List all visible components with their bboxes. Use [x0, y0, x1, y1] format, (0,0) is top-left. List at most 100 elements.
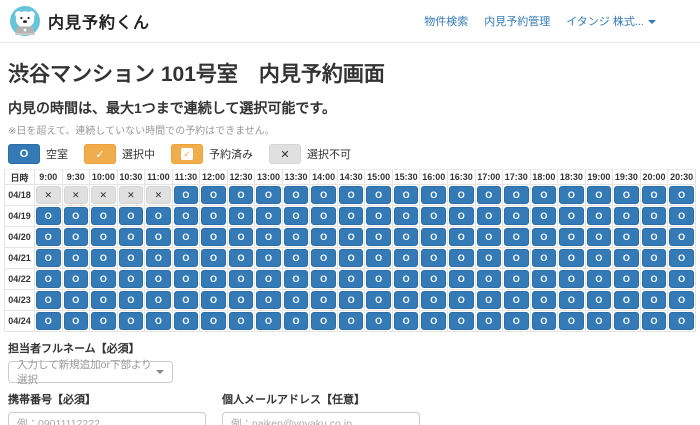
slot-button-vacant[interactable]: O — [229, 228, 254, 246]
slot-button-vacant[interactable]: O — [449, 207, 474, 225]
slot-button-vacant[interactable]: O — [91, 312, 116, 330]
slot-button-vacant[interactable]: O — [91, 270, 116, 288]
slot-button-vacant[interactable]: O — [284, 186, 309, 204]
slot-button-vacant[interactable]: O — [229, 186, 254, 204]
slot-button-vacant[interactable]: O — [587, 270, 612, 288]
slot-button-vacant[interactable]: O — [366, 249, 391, 267]
slot-button-vacant[interactable]: O — [174, 270, 199, 288]
slot-button-vacant[interactable]: O — [311, 228, 336, 246]
slot-button-vacant[interactable]: O — [477, 207, 502, 225]
slot-button-vacant[interactable]: O — [311, 291, 336, 309]
slot-button-vacant[interactable]: O — [64, 249, 89, 267]
slot-button-vacant[interactable]: O — [559, 249, 584, 267]
slot-button-vacant[interactable]: O — [394, 312, 419, 330]
slot-button-vacant[interactable]: O — [146, 312, 171, 330]
slot-button-vacant[interactable]: O — [201, 186, 226, 204]
slot-button-vacant[interactable]: O — [614, 207, 639, 225]
slot-button-vacant[interactable]: O — [614, 312, 639, 330]
slot-button-vacant[interactable]: O — [284, 312, 309, 330]
slot-button-vacant[interactable]: O — [642, 207, 667, 225]
slot-button-vacant[interactable]: O — [394, 186, 419, 204]
slot-button-vacant[interactable]: O — [339, 270, 364, 288]
slot-button-vacant[interactable]: O — [642, 186, 667, 204]
slot-button-vacant[interactable]: O — [64, 312, 89, 330]
slot-button-vacant[interactable]: O — [256, 207, 281, 225]
slot-button-vacant[interactable]: O — [504, 312, 529, 330]
slot-button-vacant[interactable]: O — [477, 291, 502, 309]
slot-button-vacant[interactable]: O — [366, 207, 391, 225]
slot-button-vacant[interactable]: O — [477, 186, 502, 204]
slot-button-vacant[interactable]: O — [504, 186, 529, 204]
slot-button-vacant[interactable]: O — [36, 291, 61, 309]
slot-button-vacant[interactable]: O — [36, 270, 61, 288]
slot-button-vacant[interactable]: O — [477, 228, 502, 246]
phone-input[interactable] — [8, 412, 206, 425]
agent-name-select[interactable]: 入力して新規追加or下部より選択 — [8, 361, 173, 383]
slot-button-vacant[interactable]: O — [642, 312, 667, 330]
slot-button-vacant[interactable]: O — [477, 312, 502, 330]
slot-button-vacant[interactable]: O — [366, 270, 391, 288]
slot-button-vacant[interactable]: O — [421, 228, 446, 246]
slot-button-vacant[interactable]: O — [587, 249, 612, 267]
slot-button-vacant[interactable]: O — [64, 207, 89, 225]
slot-button-vacant[interactable]: O — [174, 312, 199, 330]
slot-button-vacant[interactable]: O — [256, 228, 281, 246]
slot-button-vacant[interactable]: O — [339, 312, 364, 330]
slot-button-vacant[interactable]: O — [477, 249, 502, 267]
slot-button-vacant[interactable]: O — [559, 228, 584, 246]
slot-button-vacant[interactable]: O — [201, 270, 226, 288]
slot-button-vacant[interactable]: O — [64, 270, 89, 288]
slot-button-vacant[interactable]: O — [339, 249, 364, 267]
slot-button-vacant[interactable]: O — [311, 186, 336, 204]
slot-button-vacant[interactable]: O — [366, 228, 391, 246]
slot-button-vacant[interactable]: O — [339, 291, 364, 309]
slot-button-vacant[interactable]: O — [146, 249, 171, 267]
slot-button-vacant[interactable]: O — [256, 249, 281, 267]
slot-button-vacant[interactable]: O — [229, 291, 254, 309]
slot-button-vacant[interactable]: O — [504, 270, 529, 288]
nav-link-property-search[interactable]: 物件検索 — [424, 13, 468, 29]
slot-button-vacant[interactable]: O — [311, 249, 336, 267]
slot-button-vacant[interactable]: O — [284, 270, 309, 288]
slot-button-vacant[interactable]: O — [36, 249, 61, 267]
slot-button-vacant[interactable]: O — [421, 207, 446, 225]
slot-button-vacant[interactable]: O — [119, 291, 144, 309]
slot-button-vacant[interactable]: O — [532, 228, 557, 246]
slot-button-vacant[interactable]: O — [119, 207, 144, 225]
slot-button-vacant[interactable]: O — [119, 270, 144, 288]
slot-button-vacant[interactable]: O — [669, 228, 694, 246]
slot-button-vacant[interactable]: O — [284, 207, 309, 225]
slot-button-vacant[interactable]: O — [587, 207, 612, 225]
slot-button-vacant[interactable]: O — [669, 186, 694, 204]
slot-button-vacant[interactable]: O — [311, 207, 336, 225]
slot-button-vacant[interactable]: O — [394, 291, 419, 309]
slot-button-vacant[interactable]: O — [532, 207, 557, 225]
slot-button-vacant[interactable]: O — [174, 228, 199, 246]
slot-button-vacant[interactable]: O — [339, 207, 364, 225]
slot-button-vacant[interactable]: O — [64, 291, 89, 309]
slot-button-vacant[interactable]: O — [449, 186, 474, 204]
slot-button-vacant[interactable]: O — [201, 312, 226, 330]
slot-button-vacant[interactable]: O — [201, 291, 226, 309]
slot-button-vacant[interactable]: O — [174, 249, 199, 267]
slot-button-vacant[interactable]: O — [91, 207, 116, 225]
brand[interactable]: 内見予約くん — [10, 6, 150, 36]
slot-button-vacant[interactable]: O — [587, 312, 612, 330]
slot-button-vacant[interactable]: O — [642, 228, 667, 246]
slot-button-vacant[interactable]: O — [146, 228, 171, 246]
slot-button-vacant[interactable]: O — [587, 228, 612, 246]
slot-button-vacant[interactable]: O — [669, 270, 694, 288]
slot-button-vacant[interactable]: O — [284, 291, 309, 309]
slot-button-vacant[interactable]: O — [201, 249, 226, 267]
slot-button-vacant[interactable]: O — [449, 270, 474, 288]
slot-button-vacant[interactable]: O — [229, 312, 254, 330]
slot-button-vacant[interactable]: O — [449, 249, 474, 267]
slot-button-vacant[interactable]: O — [256, 186, 281, 204]
slot-button-vacant[interactable]: O — [394, 270, 419, 288]
slot-button-vacant[interactable]: O — [64, 228, 89, 246]
slot-button-vacant[interactable]: O — [174, 207, 199, 225]
slot-button-vacant[interactable]: O — [642, 249, 667, 267]
slot-button-vacant[interactable]: O — [174, 186, 199, 204]
slot-button-vacant[interactable]: O — [229, 249, 254, 267]
slot-button-vacant[interactable]: O — [504, 228, 529, 246]
